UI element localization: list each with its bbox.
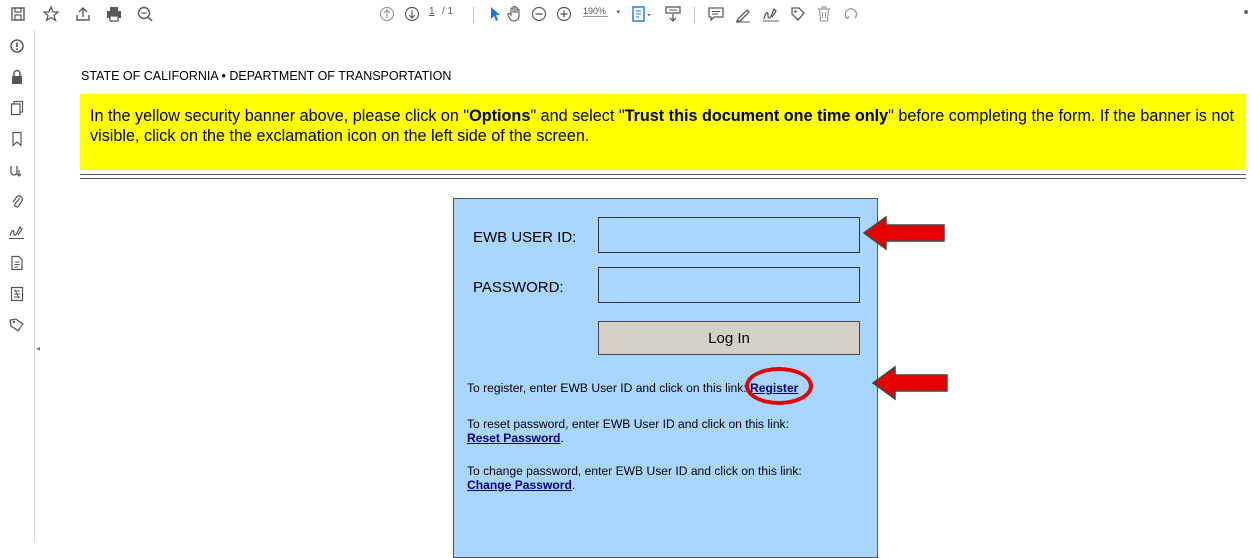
password-label: PASSWORD: (473, 279, 564, 296)
signature-panel-icon[interactable] (6, 159, 28, 181)
agency-header: STATE OF CALIFORNIA • DEPARTMENT OF TRAN… (81, 69, 452, 83)
zoom-search-icon[interactable] (135, 4, 155, 24)
page-total: / 1 (442, 6, 454, 17)
fit-page-icon[interactable] (629, 4, 655, 24)
zoom-level-dropdown[interactable]: 190% ▾ (583, 6, 621, 17)
zoom-in-icon[interactable] (554, 4, 574, 24)
divider-line (80, 178, 1246, 179)
bookmark-star-icon[interactable] (41, 4, 61, 24)
collapse-rail-icon[interactable]: ◂ (36, 344, 44, 356)
page-up-icon[interactable] (377, 4, 397, 24)
log-in-button[interactable]: Log In (598, 321, 860, 355)
document-icon[interactable] (6, 252, 28, 274)
options-emphasis: Options (469, 107, 531, 125)
print-icon[interactable] (104, 4, 124, 24)
reset-instruction: To reset password, enter EWB User ID and… (467, 417, 789, 445)
red-arrow-icon (871, 365, 948, 401)
pdf-page: STATE OF CALIFORNIA • DEPARTMENT OF TRAN… (45, 30, 1252, 558)
user-id-label: EWB USER ID: (473, 229, 577, 246)
stamp-icon[interactable] (788, 4, 808, 24)
toolbar-divider (473, 7, 474, 23)
sign-icon[interactable] (760, 4, 782, 24)
hand-icon[interactable] (504, 4, 526, 24)
left-tool-rail (0, 30, 35, 542)
pages-icon[interactable] (6, 97, 28, 119)
page-down-icon[interactable] (402, 4, 422, 24)
scroll-mode-icon[interactable] (663, 4, 683, 24)
attachment-icon[interactable] (6, 190, 28, 212)
exclamation-icon[interactable] (6, 35, 28, 57)
select-cursor-icon[interactable] (485, 4, 505, 24)
zoom-level-value: 190% (583, 6, 609, 17)
page-number-input[interactable]: 1 (429, 6, 435, 17)
divider-line (80, 174, 1246, 175)
share-icon[interactable] (73, 4, 93, 24)
toolbar-divider (694, 7, 695, 23)
banner-text: In the yellow security banner above, ple… (90, 107, 1235, 145)
change-instruction: To change password, enter EWB User ID an… (467, 464, 802, 492)
window-edge-dot (1244, 10, 1248, 14)
comment-icon[interactable] (706, 4, 726, 24)
highlight-circle (745, 367, 813, 405)
lock-icon[interactable] (6, 66, 28, 88)
delete-icon[interactable] (814, 4, 834, 24)
security-instruction-banner: In the yellow security banner above, ple… (80, 94, 1246, 170)
red-arrow-icon (862, 215, 945, 251)
undo-icon[interactable] (841, 4, 861, 24)
highlight-pen-icon[interactable] (733, 4, 753, 24)
user-id-field[interactable] (598, 217, 860, 253)
bookmark-icon[interactable] (6, 128, 28, 150)
trust-emphasis: Trust this document one time only (624, 107, 889, 125)
chevron-down-icon: ▾ (616, 9, 621, 16)
form-icon[interactable] (6, 283, 28, 305)
password-field[interactable] (598, 267, 860, 303)
sign-pen-icon[interactable] (6, 221, 28, 243)
reset-password-link[interactable]: Reset Password (467, 431, 560, 445)
login-panel: EWB USER ID: PASSWORD: Log In To registe… (453, 198, 878, 558)
change-password-link[interactable]: Change Password (467, 478, 572, 492)
page-current[interactable]: 1 (429, 6, 435, 17)
save-icon[interactable] (8, 4, 28, 24)
top-toolbar: 1 / 1 190% ▾ (0, 0, 1252, 30)
tag-icon[interactable] (6, 314, 28, 336)
zoom-out-icon[interactable] (529, 4, 549, 24)
